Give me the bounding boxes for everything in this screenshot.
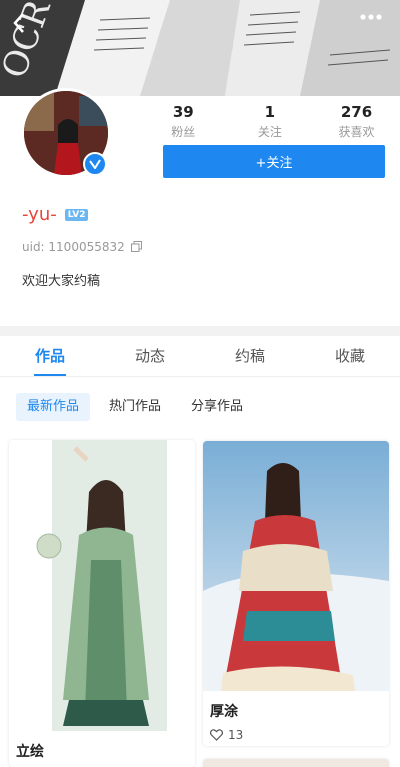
bio-text: 欢迎大家约稿 (22, 274, 101, 289)
more-button[interactable] (360, 14, 390, 36)
stat-fans[interactable]: 39 粉丝 (140, 103, 227, 139)
copy-icon (130, 241, 142, 252)
artwork-image[interactable] (9, 440, 195, 731)
heart-icon (210, 729, 223, 741)
copy-uid-button[interactable] (130, 237, 142, 256)
profile-banner: OCR (0, 0, 400, 96)
profile-tabs: 作品 动态 约稿 收藏 (0, 336, 400, 377)
tab-activity[interactable]: 动态 (100, 336, 200, 376)
subtab-latest[interactable]: 最新作品 (16, 393, 91, 421)
stat-value: 39 (172, 103, 194, 121)
tab-favorites[interactable]: 收藏 (300, 336, 400, 376)
stat-label: 获喜欢 (338, 125, 375, 139)
username: -yu- (22, 204, 57, 225)
chevron-left-icon (13, 13, 24, 33)
username-row: -yu- LV2 (22, 204, 89, 225)
level-badge: LV2 (64, 209, 89, 221)
uid-row: uid: 1100055832 (22, 237, 142, 256)
stat-label: 关注 (257, 125, 282, 139)
verified-badge (83, 152, 107, 176)
profile-stats: 39 粉丝 1 关注 276 获喜欢 (140, 103, 400, 139)
artwork-card-peek[interactable] (203, 759, 389, 767)
like-count-value: 13 (228, 728, 244, 742)
section-divider (0, 326, 400, 336)
more-dots-icon (360, 14, 382, 20)
like-count[interactable]: 13 (203, 728, 389, 742)
back-button[interactable] (12, 12, 40, 40)
stat-label: 粉丝 (171, 125, 196, 139)
stat-value: 1 (264, 103, 276, 121)
artwork-title: 立绘 (16, 744, 44, 760)
uid-text: uid: 1100055832 (22, 239, 125, 254)
artwork-card[interactable]: 立绘 (9, 440, 195, 767)
subtab-shared[interactable]: 分享作品 (180, 393, 254, 421)
stat-value: 276 (340, 103, 373, 121)
artwork-title: 厚涂 (210, 704, 238, 720)
tab-works[interactable]: 作品 (0, 336, 100, 376)
verified-v-icon (89, 159, 101, 169)
tab-commissions[interactable]: 约稿 (200, 336, 300, 376)
avatar-container[interactable] (21, 88, 111, 178)
stat-likes[interactable]: 276 获喜欢 (313, 103, 400, 139)
works-filter: 最新作品 热门作品 分享作品 (16, 393, 254, 421)
artwork-card[interactable]: 厚涂 13 (203, 441, 389, 746)
subtab-popular[interactable]: 热门作品 (98, 393, 172, 421)
follow-button[interactable]: +关注 (163, 145, 385, 178)
artwork-image[interactable] (203, 441, 389, 691)
stat-following[interactable]: 1 关注 (227, 103, 314, 139)
